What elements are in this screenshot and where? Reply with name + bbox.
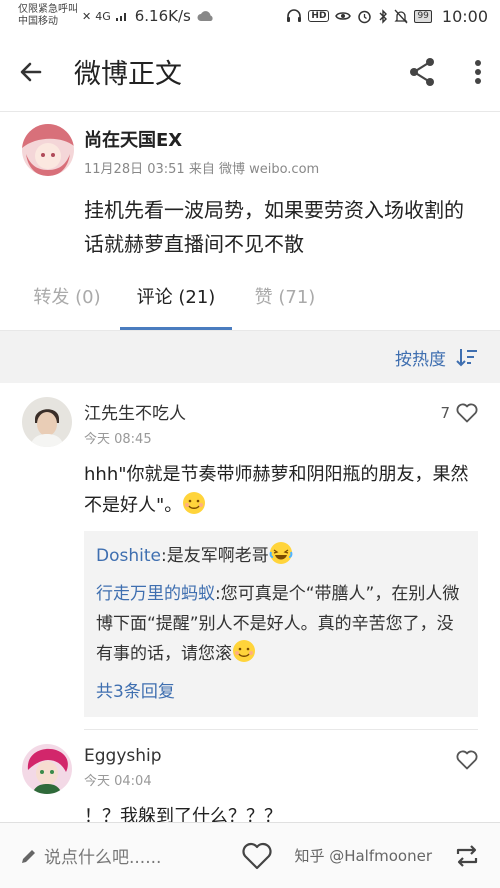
sort-icon[interactable] — [456, 347, 478, 367]
reply-item[interactable]: Doshite:是友军啊老哥 — [96, 541, 466, 571]
status-bar: 仅限紧急呼叫 中国移动 ✕ 4G 6.16K/s HD 99 10:00 — [0, 0, 500, 32]
headphones-icon — [287, 9, 302, 22]
commenter-avatar[interactable] — [22, 397, 72, 447]
commenter-avatar[interactable] — [22, 744, 72, 794]
reply-user[interactable]: Doshite — [96, 546, 161, 566]
heart-icon — [456, 403, 478, 423]
sort-bar: 按热度 — [0, 331, 500, 383]
commenter-name[interactable]: 江先生不吃人 — [84, 399, 186, 424]
tab-comments[interactable]: 评论 (21) — [120, 267, 232, 330]
share-icon[interactable] — [408, 57, 436, 87]
comment-compose-field[interactable]: 说点什么吧...... — [20, 843, 161, 868]
bottom-actions: 知乎 @Halfmooner — [242, 842, 480, 870]
reply-user[interactable]: 行走万里的蚂蚁 — [96, 584, 215, 604]
carrier-info: 仅限紧急呼叫 中国移动 — [18, 4, 78, 28]
reply-item[interactable]: 行走万里的蚂蚁:您可真是个“带膳人”，在别人微博下面“提醒”别人不是好人。真的辛… — [96, 579, 466, 669]
comment-time: 今天 08:45 — [84, 432, 152, 447]
post-time-source: 11月28日 03:51 来自 微博 weibo.com — [84, 162, 320, 177]
heart-icon — [456, 750, 478, 770]
tab-likes[interactable]: 赞 (71) — [236, 267, 334, 330]
comment-item: 江先生不吃人 今天 08:45 7 hhh"你就是节奏带师赫萝和阴阳瓶的朋友，果… — [0, 383, 500, 717]
reply-text: :是友军啊老哥 — [160, 546, 269, 566]
cloud-icon — [197, 11, 213, 21]
comment-text-content: hhh"你就是节奏带师赫萝和阴阳瓶的朋友，果然不是好人"。 — [84, 464, 469, 516]
heart-icon[interactable] — [242, 842, 273, 870]
watermark: 知乎 @Halfmooner — [294, 847, 432, 865]
carrier-line1: 仅限紧急呼叫 — [18, 4, 78, 15]
clock: 10:00 — [441, 6, 488, 26]
repost-icon[interactable] — [454, 844, 480, 868]
post-text: 挂机先看一波局势，如果要劳资入场收割的话就赫萝直播间不见不散 — [84, 198, 464, 256]
comment-header: 江先生不吃人 今天 08:45 7 — [84, 397, 478, 447]
signal-group: ✕ 4G — [82, 10, 129, 23]
comment-header: Eggyship 今天 04:04 — [84, 744, 478, 789]
author-avatar[interactable] — [22, 124, 74, 176]
like-button[interactable]: 7 — [440, 403, 478, 423]
bottom-bar: 说点什么吧...... 知乎 @Halfmooner — [0, 822, 500, 888]
author-name[interactable]: 尚在天国EX — [84, 126, 319, 152]
arrow-left-icon[interactable] — [18, 59, 44, 85]
weibo-post: 尚在天国EX 11月28日 03:51 来自 微博 weibo.com 挂机先看… — [0, 112, 500, 261]
tab-reposts[interactable]: 转发 (0) — [18, 267, 116, 330]
smile-emoji-icon — [233, 640, 255, 662]
network-speed: 6.16K/s — [134, 7, 191, 25]
signal-icon — [115, 13, 126, 21]
post-header: 尚在天国EX 11月28日 03:51 来自 微博 weibo.com — [22, 124, 478, 177]
laugh-cry-emoji-icon — [269, 542, 293, 564]
comment-time: 今天 04:04 — [84, 774, 152, 789]
reply-list: Doshite:是友军啊老哥 行走万里的蚂蚁:您可真是个“带膳人”，在别人微博下… — [84, 531, 478, 717]
comment-body: Eggyship 今天 04:04 ！？我躲到了什么？？？ — [84, 744, 478, 832]
compose-placeholder: 说点什么吧...... — [44, 848, 162, 868]
comment-body: 江先生不吃人 今天 08:45 7 hhh"你就是节奏带师赫萝和阴阳瓶的朋友，果… — [84, 397, 478, 717]
status-icons: HD 99 10:00 — [286, 7, 488, 26]
no-signal-icon: ✕ — [82, 9, 92, 23]
smile-emoji-icon — [183, 492, 206, 514]
like-count: 7 — [440, 404, 450, 422]
page-title: 微博正文 — [74, 59, 182, 90]
comment-text: hhh"你就是节奏带师赫萝和阴阳瓶的朋友，果然不是好人"。 — [84, 459, 478, 521]
more-replies-link[interactable]: 共3条回复 — [96, 677, 466, 707]
pencil-icon — [22, 849, 35, 863]
post-meta: 尚在天国EX 11月28日 03:51 来自 微博 weibo.com — [84, 124, 319, 177]
network-type: 4G — [95, 9, 111, 23]
eye-icon — [335, 12, 352, 20]
battery-indicator: 99 — [414, 9, 432, 23]
comment-meta: Eggyship 今天 04:04 — [84, 744, 162, 789]
like-button[interactable] — [456, 750, 478, 770]
bluetooth-icon — [379, 8, 388, 24]
alarm-icon — [358, 10, 372, 23]
sort-by-hot-button[interactable]: 按热度 — [395, 345, 446, 370]
carrier-line2: 中国移动 — [18, 16, 58, 27]
mute-icon — [394, 9, 409, 23]
post-tabs: 转发 (0) 评论 (21) 赞 (71) — [0, 267, 500, 331]
commenter-name[interactable]: Eggyship — [84, 746, 162, 766]
comment-meta: 江先生不吃人 今天 08:45 — [84, 397, 186, 447]
more-vert-icon[interactable] — [474, 59, 482, 85]
comment-item: Eggyship 今天 04:04 ！？我躲到了什么？？？ — [0, 730, 500, 832]
hd-icon: HD — [308, 10, 330, 22]
app-bar: 微博正文 — [0, 32, 500, 112]
app-bar-actions — [408, 57, 482, 87]
